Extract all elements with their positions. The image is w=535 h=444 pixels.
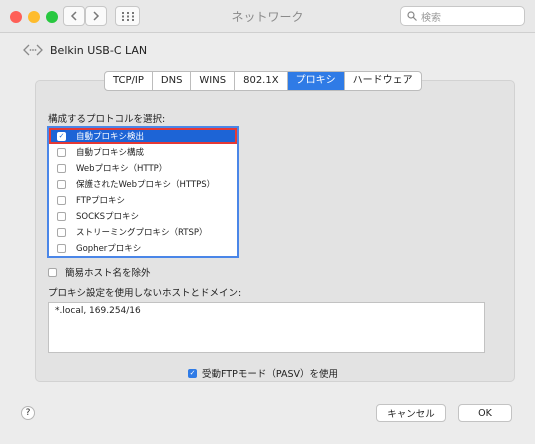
protocol-label: Gopherプロキシ: [76, 244, 142, 254]
protocol-gopher-proxy[interactable]: Gopherプロキシ: [49, 240, 237, 256]
search-placeholder: 検索: [421, 12, 441, 24]
checkbox[interactable]: [57, 243, 66, 253]
title-bar: ネットワーク 検索: [0, 0, 535, 33]
protocol-label: 自動プロキシ構成: [76, 148, 145, 158]
device-header: Belkin USB-C LAN: [22, 43, 147, 57]
passive-ftp-label: 受動FTPモード（PASV）を使用: [202, 369, 338, 380]
checkbox[interactable]: [57, 163, 66, 173]
bypass-hosts-label: プロキシ設定を使用しないホストとドメイン:: [48, 288, 242, 299]
search-icon: [407, 11, 417, 21]
device-name: Belkin USB-C LAN: [50, 43, 148, 57]
protocol-web-proxy-http[interactable]: Webプロキシ（HTTP）: [49, 160, 237, 176]
tab-hardware[interactable]: ハードウェア: [345, 72, 421, 90]
tab-tcpip[interactable]: TCP/IP: [105, 72, 153, 90]
tab-proxies[interactable]: プロキシ: [287, 72, 345, 90]
checkbox[interactable]: [57, 179, 66, 189]
protocol-label: 保護されたWebプロキシ（HTTPS）: [76, 180, 216, 190]
checkbox[interactable]: [57, 227, 66, 237]
checkbox[interactable]: [57, 211, 66, 221]
protocol-list: ✓ 自動プロキシ検出 自動プロキシ構成 Webプロキシ（HTTP） 保護されたW…: [47, 126, 239, 258]
checkbox[interactable]: ✓: [188, 368, 197, 378]
protocol-streaming-proxy-rtsp[interactable]: ストリーミングプロキシ（RTSP）: [49, 224, 237, 240]
tab-wins[interactable]: WINS: [191, 72, 236, 90]
checkbox[interactable]: ✓: [57, 131, 66, 141]
bypass-hosts-field[interactable]: *.local, 169.254/16: [48, 302, 485, 353]
protocol-label: 自動プロキシ検出: [76, 132, 145, 142]
protocol-auto-proxy-config[interactable]: 自動プロキシ構成: [49, 144, 237, 160]
protocol-ftp-proxy[interactable]: FTPプロキシ: [49, 192, 237, 208]
protocol-auto-proxy-discovery[interactable]: ✓ 自動プロキシ検出: [49, 128, 237, 144]
exclude-simple-hostnames[interactable]: 簡易ホスト名を除外: [48, 265, 151, 279]
search-field[interactable]: 検索: [400, 6, 525, 26]
protocol-socks-proxy[interactable]: SOCKSプロキシ: [49, 208, 237, 224]
protocol-label: SOCKSプロキシ: [76, 212, 139, 222]
checkbox[interactable]: [57, 195, 66, 205]
ethernet-icon: [23, 44, 43, 56]
checkbox[interactable]: [48, 267, 57, 277]
tab-dns[interactable]: DNS: [153, 72, 192, 90]
cancel-button[interactable]: キャンセル: [376, 404, 446, 422]
protocol-label: ストリーミングプロキシ（RTSP）: [76, 228, 208, 238]
tab-bar: TCP/IP DNS WINS 802.1X プロキシ ハードウェア: [104, 71, 422, 91]
checkbox[interactable]: [57, 147, 66, 157]
protocol-label: Webプロキシ（HTTP）: [76, 164, 168, 174]
help-button[interactable]: ?: [21, 406, 35, 420]
protocol-secure-web-proxy-https[interactable]: 保護されたWebプロキシ（HTTPS）: [49, 176, 237, 192]
tab-8021x[interactable]: 802.1X: [235, 72, 288, 90]
exclude-simple-hostnames-label: 簡易ホスト名を除外: [65, 268, 151, 279]
protocol-section-label: 構成するプロトコルを選択:: [48, 114, 166, 125]
protocol-label: FTPプロキシ: [76, 196, 126, 206]
passive-ftp-mode[interactable]: ✓ 受動FTPモード（PASV）を使用: [188, 366, 338, 380]
ok-button[interactable]: OK: [458, 404, 512, 422]
